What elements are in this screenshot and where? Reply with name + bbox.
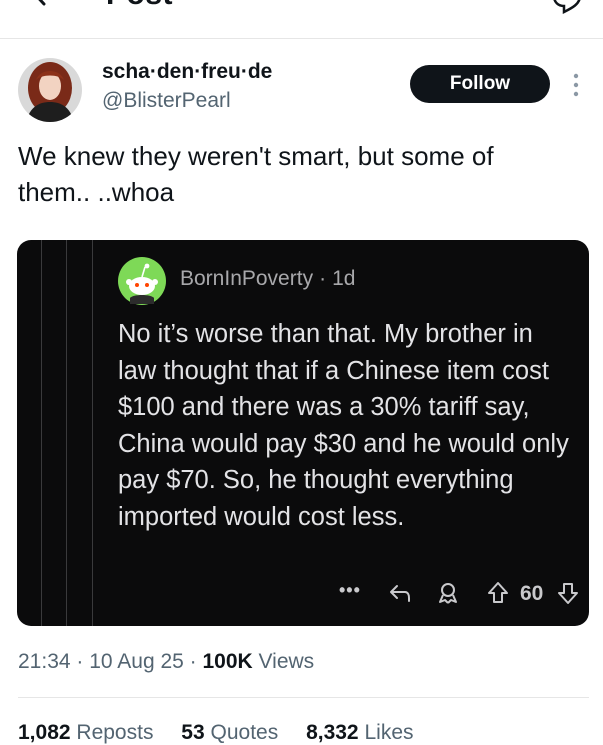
embedded-comment-image[interactable]: BornInPoverty · 1d No it’s worse than that… xyxy=(17,240,589,626)
author-handle[interactable]: @BlisterPearl xyxy=(102,89,231,113)
reposts-count: 1,082 xyxy=(18,721,71,744)
upvote-icon xyxy=(488,582,508,603)
engagement-stats: 1,082 Reposts 53 Quotes 8,332 Likes xyxy=(18,721,436,745)
views-count: 100K xyxy=(202,650,253,673)
quotes-label: Quotes xyxy=(210,721,279,744)
reddit-avatar-icon xyxy=(118,257,166,305)
comment-actions: ••• 60 xyxy=(317,580,578,610)
thread-line xyxy=(92,240,93,626)
comment-more-icon: ••• xyxy=(339,580,361,600)
post-date[interactable]: 10 Aug 25 xyxy=(89,650,184,673)
comment-reply-icon xyxy=(390,585,410,602)
comment-age: 1d xyxy=(332,267,356,290)
vote-count: 60 xyxy=(520,582,544,605)
top-bar: Post xyxy=(0,0,603,39)
back-arrow-icon[interactable] xyxy=(22,0,56,8)
downvote-icon xyxy=(558,583,578,604)
page-title: Post xyxy=(106,0,173,12)
likes-label: Likes xyxy=(364,721,414,744)
follow-button[interactable]: Follow xyxy=(410,65,550,103)
post-time[interactable]: 21:34 xyxy=(18,650,71,673)
quotes-count: 53 xyxy=(181,721,205,744)
thread-line xyxy=(66,240,67,626)
meta-separator: · xyxy=(183,650,203,673)
meta-separator: · xyxy=(70,650,90,673)
comment-award-icon xyxy=(439,583,457,604)
likes-stat[interactable]: 8,332 Likes xyxy=(306,721,413,744)
reposts-label: Reposts xyxy=(76,721,154,744)
more-options-icon[interactable] xyxy=(568,70,584,100)
tweet-text: We knew they weren't smart, but some of … xyxy=(18,141,494,207)
author-display-name[interactable]: scha·den·freu·de xyxy=(102,60,272,84)
avatar-image xyxy=(18,58,82,122)
comment-username: BornInPoverty xyxy=(180,267,314,290)
avatar[interactable] xyxy=(18,58,82,122)
comment-body: No it’s worse than that. My brother in l… xyxy=(118,320,569,531)
reposts-stat[interactable]: 1,082 Reposts xyxy=(18,721,153,744)
comment-username-line: BornInPoverty · 1d xyxy=(180,267,355,291)
reply-icon[interactable] xyxy=(548,0,582,16)
likes-count: 8,332 xyxy=(306,721,359,744)
comment-separator: · xyxy=(319,267,327,290)
quotes-stat[interactable]: 53 Quotes xyxy=(181,721,278,744)
divider xyxy=(18,697,589,698)
post-meta: 21:34 · 10 Aug 25 · 100K Views xyxy=(18,650,314,674)
thread-line xyxy=(41,240,42,626)
views-label: Views xyxy=(252,650,315,673)
